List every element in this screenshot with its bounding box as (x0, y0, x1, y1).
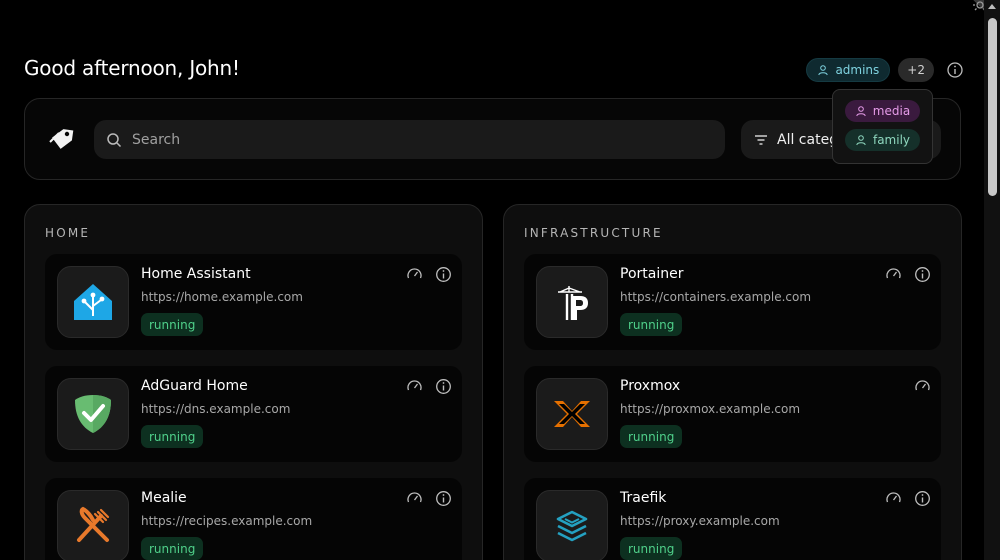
more-groups-button[interactable]: +2 (898, 58, 934, 82)
group-chip-admins[interactable]: admins (806, 58, 891, 82)
search-input[interactable] (132, 131, 692, 148)
info-icon[interactable] (435, 266, 452, 283)
status-badge: running (141, 537, 204, 560)
group-chip-label: admins (835, 63, 880, 77)
proxmox-icon (554, 401, 590, 427)
info-icon[interactable] (435, 378, 452, 395)
service-name: AdGuard Home (141, 378, 248, 394)
speedometer-icon[interactable] (406, 266, 423, 283)
service-card-adguard-home[interactable]: AdGuard Home https://dns.example.com run… (45, 366, 462, 462)
speedometer-icon[interactable] (885, 266, 902, 283)
scroll-up-arrow-icon[interactable] (988, 4, 996, 9)
group-chip-label: family (872, 133, 911, 147)
greeting-title: Good afternoon, John! (24, 56, 240, 80)
service-icon-tile (536, 378, 608, 450)
service-card-mealie[interactable]: Mealie https://recipes.example.com runni… (45, 478, 462, 560)
filter-icon (755, 134, 767, 145)
service-card-traefik[interactable]: Traefik https://proxy.example.com runnin… (524, 478, 941, 560)
service-name: Mealie (141, 490, 187, 506)
user-icon (856, 106, 866, 117)
scrollbar[interactable] (984, 0, 1000, 560)
service-icon-tile (536, 266, 608, 338)
tag-logo-icon (49, 129, 74, 149)
service-icon-tile (57, 490, 129, 560)
user-icon (856, 135, 866, 146)
service-url[interactable]: https://home.example.com (141, 290, 303, 304)
speedometer-icon[interactable] (406, 378, 423, 395)
service-icon-tile (536, 490, 608, 560)
groups-popover: media family (832, 89, 933, 164)
category-panel-infrastructure: INFRASTRUCTURE Portainer https://contain… (503, 204, 962, 560)
status-badge: running (620, 537, 683, 560)
status-badge: running (620, 313, 683, 336)
more-groups-count: +2 (907, 63, 925, 77)
home-assistant-icon (74, 284, 112, 320)
user-icon (818, 65, 829, 76)
info-icon[interactable] (914, 266, 931, 283)
service-url[interactable]: https://proxmox.example.com (620, 402, 800, 416)
group-chip-label: media (872, 104, 911, 118)
speedometer-icon[interactable] (914, 378, 931, 395)
service-url[interactable]: https://dns.example.com (141, 402, 290, 416)
search-icon (107, 132, 122, 147)
group-chip-family[interactable]: family (844, 129, 921, 151)
speedometer-icon[interactable] (885, 490, 902, 507)
service-card-home-assistant[interactable]: Home Assistant https://home.example.com … (45, 254, 462, 350)
panel-title: HOME (45, 226, 91, 240)
panel-title: INFRASTRUCTURE (524, 226, 663, 240)
group-chip-media[interactable]: media (844, 100, 921, 122)
service-icon-tile (57, 378, 129, 450)
service-card-proxmox[interactable]: Proxmox https://proxmox.example.com runn… (524, 366, 941, 462)
info-icon[interactable] (435, 490, 452, 507)
fork-knife-icon (77, 506, 110, 542)
status-badge: running (141, 425, 204, 448)
status-badge: running (141, 313, 204, 336)
service-card-portainer[interactable]: Portainer https://containers.example.com… (524, 254, 941, 350)
user-groups: admins +2 (806, 58, 964, 82)
portainer-icon (558, 286, 588, 320)
info-icon[interactable] (946, 61, 964, 79)
search-box[interactable] (94, 120, 725, 159)
category-panel-home: HOME Home Assistant https://home.example… (24, 204, 483, 560)
service-url[interactable]: https://proxy.example.com (620, 514, 780, 528)
service-url[interactable]: https://recipes.example.com (141, 514, 312, 528)
speedometer-icon[interactable] (406, 490, 423, 507)
service-name: Home Assistant (141, 266, 251, 282)
status-badge: running (620, 425, 683, 448)
service-url[interactable]: https://containers.example.com (620, 290, 811, 304)
toolbar: All categories (24, 98, 961, 180)
info-icon[interactable] (914, 490, 931, 507)
service-icon-tile (57, 266, 129, 338)
service-name: Portainer (620, 266, 684, 282)
service-name: Proxmox (620, 378, 681, 394)
service-name: Traefik (620, 490, 667, 506)
adguard-shield-icon (75, 395, 111, 433)
traefik-icon (556, 510, 588, 542)
scrollbar-thumb[interactable] (988, 18, 997, 196)
